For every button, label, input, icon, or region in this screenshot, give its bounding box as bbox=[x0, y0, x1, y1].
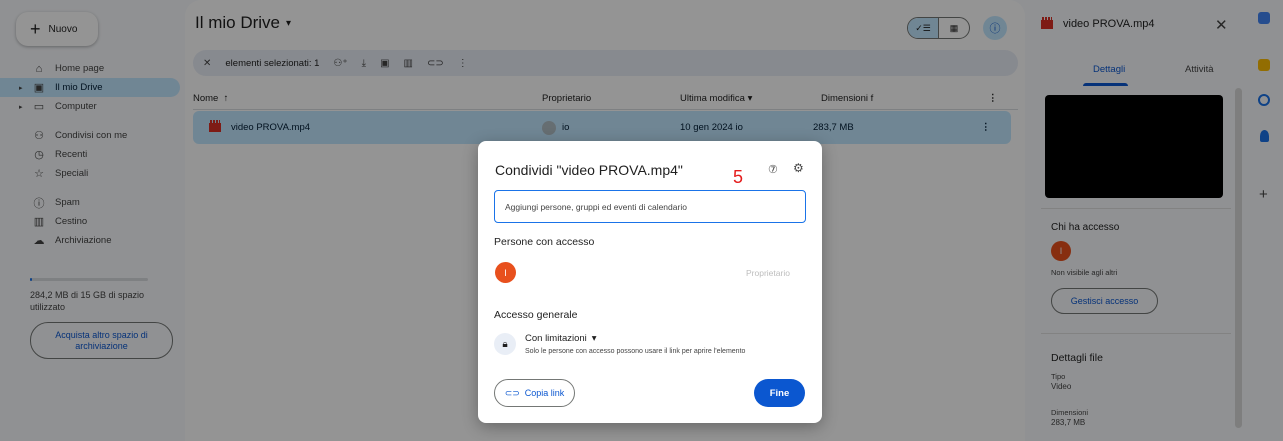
copy-link-button[interactable]: ⊂⊃ Copia link bbox=[494, 379, 575, 407]
copy-link-label: Copia link bbox=[524, 388, 565, 398]
avatar: I bbox=[495, 262, 516, 283]
share-dialog: Condividi "video PROVA.mp4" ⑦ ⚙ Aggiungi… bbox=[478, 141, 822, 423]
dialog-title: Condividi "video PROVA.mp4" bbox=[495, 162, 683, 178]
chevron-down-icon: ▾ bbox=[591, 333, 597, 344]
done-button[interactable]: Fine bbox=[754, 379, 805, 407]
add-people-placeholder: Aggiungi persone, gruppi ed eventi di ca… bbox=[505, 201, 687, 212]
annotation-number: 5 bbox=[733, 167, 744, 187]
lock-icon: 🔒︎ bbox=[494, 333, 516, 355]
restriction-label: Con limitazioni bbox=[525, 333, 587, 344]
add-people-input[interactable]: Aggiungi persone, gruppi ed eventi di ca… bbox=[494, 190, 806, 223]
help-icon[interactable]: ⑦ bbox=[768, 163, 778, 176]
restriction-select[interactable]: Con limitazioni ▾ bbox=[525, 333, 597, 344]
gear-icon[interactable]: ⚙ bbox=[793, 161, 804, 175]
restriction-description: Solo le persone con accesso possono usar… bbox=[525, 348, 746, 355]
general-access-title: Accesso generale bbox=[494, 309, 578, 321]
link-icon: ⊂⊃ bbox=[504, 387, 520, 398]
people-with-access-title: Persone con accesso bbox=[494, 236, 595, 248]
owner-role: Proprietario bbox=[746, 268, 790, 278]
